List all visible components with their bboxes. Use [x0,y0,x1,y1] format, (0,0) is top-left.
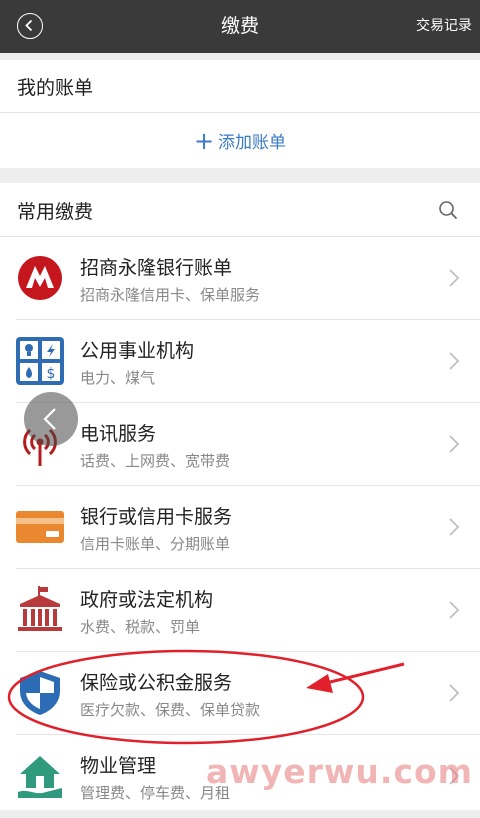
common-payments-section: 常用缴费 招商永隆银行账单 招商永隆信用卡、保单服务 $ 公用事业机构 电力、煤… [0,183,480,810]
my-bills-section: 我的账单 + 添加账单 [0,60,480,168]
utility-icon: $ [16,337,64,385]
svg-text:$: $ [47,366,56,382]
payment-item-desc: 医疗欠款、保费、保单贷款 [80,701,261,719]
floating-back-button[interactable] [24,392,78,446]
page-title: 缴费 [220,15,259,37]
payment-item-desc: 水费、税款、罚单 [80,618,201,636]
chevron-right-icon [449,684,460,702]
payment-item-desc: 电力、煤气 [80,369,156,387]
payment-item-desc: 招商永隆信用卡、保单服务 [80,286,261,304]
bank-card-icon [16,511,64,543]
payment-item-name: 公用事业机构 [80,340,195,362]
chevron-right-icon [449,601,460,619]
transaction-history-link[interactable]: 交易记录 [416,0,472,53]
header-bar: 缴费 交易记录 [0,0,480,53]
property-house-icon [18,756,62,798]
payment-item-name: 保险或公积金服务 [80,672,233,694]
payment-item-government[interactable]: 政府或法定机构 水费、税款、罚单 [0,569,480,652]
government-building-icon [18,586,62,631]
cmb-logo-icon [18,256,62,300]
payment-item-insurance[interactable]: 保险或公积金服务 医疗欠款、保费、保单贷款 [0,652,480,735]
shield-icon [20,671,60,715]
chevron-right-icon [449,518,460,536]
search-icon[interactable] [438,200,458,220]
chevron-left-icon [43,408,56,430]
common-payments-title: 常用缴费 [17,201,94,223]
payment-item-cmb[interactable]: 招商永隆银行账单 招商永隆信用卡、保单服务 [0,237,480,320]
add-bill-label: 添加账单 [218,133,287,153]
payment-item-name: 物业管理 [80,755,157,777]
plus-icon: + [193,126,215,155]
chevron-right-icon [449,352,460,370]
payment-item-name: 银行或信用卡服务 [80,506,233,528]
payment-item-desc: 信用卡账单、分期账单 [80,535,231,553]
payment-item-name: 招商永隆银行账单 [80,257,233,279]
payment-item-name: 电讯服务 [80,423,157,445]
my-bills-title: 我的账单 [17,77,94,99]
payment-item-utility[interactable]: $ 公用事业机构 电力、煤气 [0,320,480,403]
payment-item-bank-card[interactable]: 银行或信用卡服务 信用卡账单、分期账单 [0,486,480,569]
watermark: awyerwu.com [206,752,474,791]
payment-item-desc: 话费、上网费、宽带费 [80,452,231,470]
add-bill-button[interactable]: + 添加账单 [0,113,480,168]
chevron-right-icon [449,269,460,287]
payment-item-name: 政府或法定机构 [80,589,214,611]
chevron-right-icon [449,435,460,453]
